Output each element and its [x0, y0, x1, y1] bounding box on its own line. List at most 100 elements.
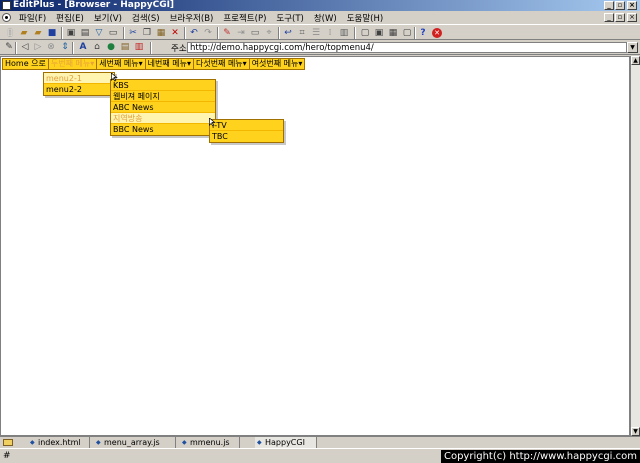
scroll-up-icon[interactable]: ▲: [631, 56, 640, 65]
status-text: #: [3, 451, 11, 461]
toolbar-separator: [217, 27, 219, 39]
print-preview-icon[interactable]: ▣: [66, 28, 76, 38]
cascade-icon[interactable]: ▢: [402, 28, 412, 38]
save-all-icon[interactable]: ▰: [33, 28, 43, 38]
toolbar-separator: [354, 27, 356, 39]
undo-icon[interactable]: ↶: [189, 28, 199, 38]
view-icon[interactable]: ▣: [374, 28, 384, 38]
tab-mmenu-js[interactable]: mmenu.js: [180, 437, 240, 448]
tab-happycgi[interactable]: HappyCGI: [255, 437, 317, 448]
mdi-restore-button[interactable]: ▫: [615, 13, 625, 22]
mouse-cursor-icon: [209, 118, 216, 127]
full-screen-icon[interactable]: ▢: [360, 28, 370, 38]
tab-index-html[interactable]: index.html: [28, 437, 90, 448]
maximize-button[interactable]: ▫: [615, 1, 625, 10]
top-menu-sixth[interactable]: 여섯번째 메뉴▾: [250, 59, 305, 69]
menu-project[interactable]: 프로젝트(P): [218, 12, 271, 24]
status-bar: # Copyright(c) http://www.happycgi.com: [0, 448, 640, 463]
menu-file[interactable]: 파일(F): [14, 12, 51, 24]
paste-icon[interactable]: ▦: [156, 28, 166, 38]
toolbar-separator: [72, 42, 74, 54]
copyright-banner: Copyright(c) http://www.happycgi.com: [440, 450, 640, 463]
toolbar-separator: [123, 27, 125, 39]
toolbar-separator: [414, 27, 416, 39]
menu-edit[interactable]: 편집(E): [51, 12, 89, 24]
submenu-item-itv[interactable]: i-TV: [210, 120, 283, 131]
close-button[interactable]: ×: [627, 1, 637, 10]
copy-icon[interactable]: ❐: [142, 28, 152, 38]
history-icon[interactable]: ▥: [134, 42, 144, 52]
mdi-close-button[interactable]: ×: [627, 13, 637, 22]
submenu-level1: menu2-1 menu2-2: [43, 72, 115, 96]
word-wrap-icon[interactable]: ↩: [283, 28, 293, 38]
document-tabs: index.html menu_array.js mmenu.js HappyC…: [0, 436, 640, 448]
home-icon[interactable]: ⌂: [92, 42, 102, 52]
menu-window[interactable]: 창(W): [309, 12, 342, 24]
top-menu-fourth[interactable]: 네번째 메뉴▾: [146, 59, 194, 69]
submenu-item-kbs[interactable]: KBS: [111, 80, 215, 91]
edit-pen-icon[interactable]: ✎: [4, 42, 14, 52]
submenu-item-tbc[interactable]: TBC: [210, 131, 283, 142]
submenu-item-local-broadcast[interactable]: 지역방송: [111, 113, 215, 124]
ruler-icon[interactable]: ⌗: [297, 28, 307, 38]
goto-icon[interactable]: ⌖: [264, 28, 274, 38]
menu-search[interactable]: 검색(S): [127, 12, 165, 24]
submenu-level3: i-TV TBC: [209, 119, 284, 143]
folder-icon[interactable]: [3, 439, 13, 446]
menu-tools[interactable]: 도구(T): [271, 12, 308, 24]
vertical-scrollbar[interactable]: ▲ ▼: [630, 56, 640, 436]
find-icon[interactable]: ✎: [222, 28, 232, 38]
document-icon[interactable]: [2, 13, 11, 22]
forward-icon[interactable]: ▷: [33, 42, 43, 52]
print-icon[interactable]: ▤: [80, 28, 90, 38]
mdi-minimize-button[interactable]: _: [604, 13, 614, 22]
help-icon[interactable]: ?: [418, 28, 428, 38]
new-file-icon[interactable]: ▯: [5, 28, 15, 38]
browser-content: Home 으로 두번째 메뉴▾ 세번째 메뉴▾ 네번째 메뉴▾ 다섯번째 메뉴▾…: [0, 56, 630, 436]
delete-icon[interactable]: ✕: [170, 28, 180, 38]
font-icon[interactable]: A: [78, 42, 88, 52]
window-icon[interactable]: ▦: [388, 28, 398, 38]
main-toolbar: ▯ ▰ ▰ ■ ▣ ▤ ▽ ▭ ✂ ❐ ▦ ✕ ↶ ↷ ✎ ⇥ ▭ ⌖ ↩ ⌗ …: [0, 24, 640, 40]
tab-menu-array-js[interactable]: menu_array.js: [94, 437, 176, 448]
find-next-icon[interactable]: ⇥: [236, 28, 246, 38]
top-menu-home[interactable]: Home 으로: [3, 59, 49, 69]
toolbar-separator: [150, 42, 152, 54]
top-menu-third[interactable]: 세번째 메뉴▾: [97, 59, 146, 69]
replace-icon[interactable]: ▭: [250, 28, 260, 38]
submenu-item-abc-news[interactable]: ABC News: [111, 102, 215, 113]
top-menu-fifth[interactable]: 다섯번째 메뉴▾: [194, 59, 250, 69]
submenu-item-bbc-news[interactable]: BBC News: [111, 124, 215, 135]
spellcheck-icon[interactable]: ▽: [94, 28, 104, 38]
split-icon[interactable]: ▥: [339, 28, 349, 38]
address-dropdown-button[interactable]: ▼: [627, 42, 638, 53]
title-bar: EditPlus - [Browser - HappyCGI] _ ▫ ×: [0, 0, 640, 11]
submenu-item-webviewer[interactable]: 웹비져 페이지: [111, 91, 215, 102]
refresh-icon[interactable]: ⇕: [60, 42, 70, 52]
open-icon[interactable]: ▰: [19, 28, 29, 38]
minimize-button[interactable]: _: [604, 1, 614, 10]
menu-view[interactable]: 보기(V): [89, 12, 127, 24]
toolbar-separator: [61, 27, 63, 39]
globe-icon[interactable]: ●: [106, 42, 116, 52]
menu-browser[interactable]: 브라우저(B): [165, 12, 219, 24]
line-number-icon[interactable]: ☰: [311, 28, 321, 38]
redo-icon[interactable]: ↷: [203, 28, 213, 38]
save-icon[interactable]: ■: [47, 28, 57, 38]
stop-browser-icon[interactable]: ⊗: [46, 42, 56, 52]
cut-icon[interactable]: ✂: [128, 28, 138, 38]
top-menu: Home 으로 두번째 메뉴▾ 세번째 메뉴▾ 네번째 메뉴▾ 다섯번째 메뉴▾…: [2, 58, 306, 70]
scroll-down-icon[interactable]: ▼: [631, 427, 640, 436]
copy-file-icon[interactable]: ▭: [108, 28, 118, 38]
top-menu-second[interactable]: 두번째 메뉴▾: [48, 59, 98, 69]
submenu-level2: KBS 웹비져 페이지 ABC News 지역방송 BBC News: [110, 79, 216, 136]
menu-help[interactable]: 도움말(H): [342, 12, 388, 24]
back-icon[interactable]: ◁: [20, 42, 30, 52]
stop-icon[interactable]: ✕: [432, 28, 442, 38]
submenu-item-menu2-1[interactable]: menu2-1: [44, 73, 114, 84]
address-input[interactable]: [187, 42, 627, 53]
submenu-item-menu2-2[interactable]: menu2-2: [44, 84, 114, 95]
toolbar-separator: [15, 42, 17, 54]
favorites-icon[interactable]: ▤: [120, 42, 130, 52]
column-icon[interactable]: ⁞: [325, 28, 335, 38]
